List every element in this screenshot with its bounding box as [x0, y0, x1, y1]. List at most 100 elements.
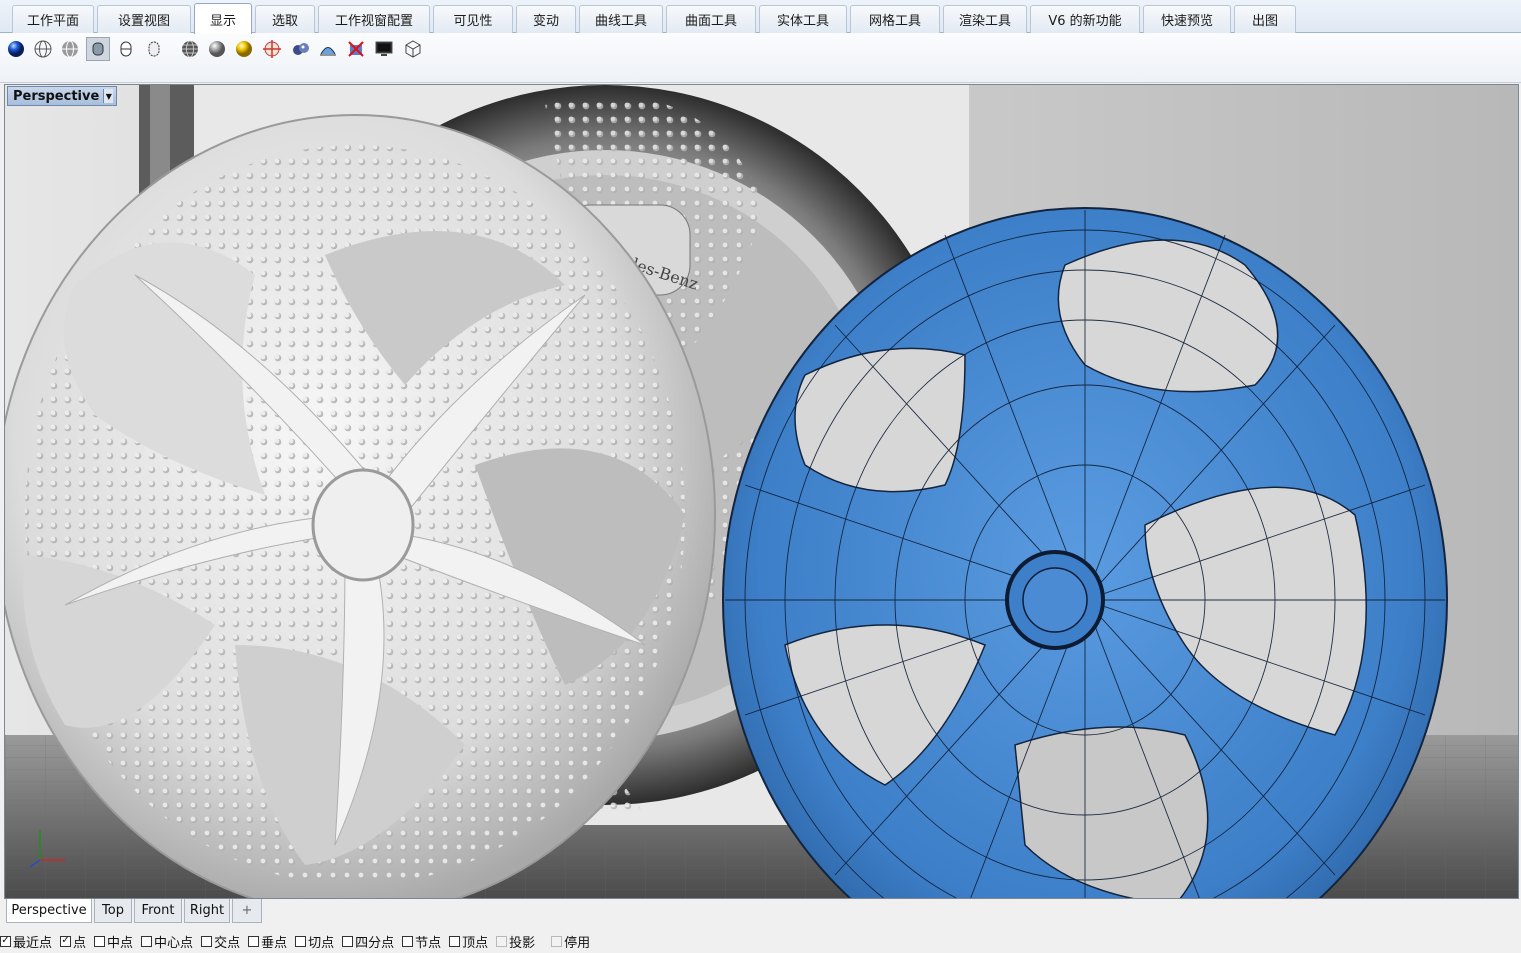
- osnap-label: 中点: [107, 935, 134, 951]
- viewport-title-dropdown[interactable]: Perspective ▼: [7, 86, 118, 106]
- ghosted-sphere-icon[interactable]: [58, 37, 82, 61]
- tab-label: 显示: [209, 13, 236, 29]
- osnap-label: 节点: [415, 935, 442, 951]
- osnap-label: 切点: [308, 935, 335, 951]
- tab-viewport-layout[interactable]: 工作视窗配置: [318, 5, 430, 33]
- capsule-outline-icon[interactable]: [114, 37, 138, 61]
- checkbox[interactable]: ✓: [0, 935, 11, 947]
- tab-set-view[interactable]: 设置视图: [97, 5, 191, 33]
- tab-solid-tools[interactable]: 实体工具: [759, 5, 847, 33]
- checkbox[interactable]: [295, 935, 307, 947]
- ribbon-tab-bar: 工作平面 设置视图 显示 选取 工作视窗配置 可见性 变动 曲线工具 曲面工具 …: [0, 0, 1521, 34]
- checkbox[interactable]: [201, 935, 213, 947]
- osnap-label: 最近点: [13, 935, 53, 951]
- viewport-tab-label: Top: [102, 903, 124, 918]
- tab-select[interactable]: 选取: [255, 5, 315, 33]
- tab-label: 可见性: [453, 14, 493, 29]
- tab-label: 曲面工具: [684, 14, 737, 29]
- perspective-viewport[interactable]: Mercedes-Benz Perspective ▼: [4, 84, 1519, 899]
- checkbox[interactable]: [342, 935, 354, 947]
- environment-map-icon[interactable]: [289, 37, 313, 61]
- add-viewport-tab-button[interactable]: +: [232, 899, 262, 923]
- checkbox[interactable]: [94, 935, 106, 947]
- tab-v6-new[interactable]: V6 的新功能: [1030, 5, 1140, 33]
- viewport-tab-label: Right: [189, 903, 225, 918]
- gold-sphere-icon[interactable]: [232, 37, 256, 61]
- tab-label: 选取: [271, 14, 298, 29]
- tab-label: 渲染工具: [958, 14, 1011, 29]
- osnap-label: 顶点: [462, 935, 489, 951]
- osnap-label: 停用: [564, 935, 591, 951]
- osnap-bar: ✓ 最近点 ✓ 点 中点 中心点 交点 垂点 切点 四分点 节点 顶点 投影 停用: [0, 929, 1521, 953]
- tab-label: 工作平面: [26, 14, 79, 29]
- tab-curve-tools[interactable]: 曲线工具: [579, 5, 663, 33]
- osnap-label: 中心点: [154, 935, 194, 951]
- shaded-sphere-icon[interactable]: [205, 37, 229, 61]
- display-monitor-icon[interactable]: [372, 37, 396, 61]
- tab-label: V6 的新功能: [1048, 14, 1122, 29]
- viewport-tab-top[interactable]: Top: [94, 899, 132, 923]
- plus-icon: +: [241, 903, 253, 918]
- viewport-tab-right[interactable]: Right: [184, 899, 230, 923]
- tab-quick-preview[interactable]: 快速预览: [1143, 5, 1231, 33]
- zebra-sphere-icon[interactable]: [260, 37, 284, 61]
- tab-workplane[interactable]: 工作平面: [12, 5, 94, 33]
- tab-label: 快速预览: [1160, 14, 1213, 29]
- tab-mesh-tools[interactable]: 网格工具: [850, 5, 940, 33]
- osnap-disable[interactable]: 停用: [551, 932, 590, 951]
- tab-label: 变动: [532, 14, 559, 29]
- viewport-tab-front[interactable]: Front: [134, 899, 182, 923]
- tab-label: 曲线工具: [594, 14, 647, 29]
- osnap-intersection[interactable]: 交点: [201, 932, 240, 951]
- silver-wheel[interactable]: [5, 114, 716, 899]
- draft-angle-icon[interactable]: [344, 37, 368, 61]
- curvature-analysis-icon[interactable]: [316, 37, 340, 61]
- checkbox[interactable]: [248, 935, 260, 947]
- checkbox[interactable]: [449, 935, 461, 947]
- checkbox[interactable]: ✓: [60, 935, 72, 947]
- osnap-center[interactable]: 中心点: [141, 932, 193, 951]
- osnap-vertex[interactable]: 顶点: [449, 932, 488, 951]
- tab-label: 实体工具: [776, 14, 829, 29]
- osnap-perpendicular[interactable]: 垂点: [248, 932, 287, 951]
- tab-transform[interactable]: 变动: [516, 5, 576, 33]
- viewport-scene: Mercedes-Benz: [5, 85, 1518, 899]
- checkbox[interactable]: [141, 935, 153, 947]
- osnap-label: 交点: [214, 935, 241, 951]
- tab-visibility[interactable]: 可见性: [433, 5, 513, 33]
- viewport-tab-label: Perspective: [11, 903, 87, 918]
- osnap-point[interactable]: ✓ 点: [60, 932, 86, 951]
- isometric-box-icon[interactable]: [401, 37, 425, 61]
- checkbox[interactable]: [496, 935, 508, 947]
- rendered-sphere-icon[interactable]: [4, 37, 28, 61]
- display-toolbar: [0, 33, 1521, 83]
- tab-label: 网格工具: [868, 14, 921, 29]
- checkbox[interactable]: [402, 935, 414, 947]
- shaded-cylinder-icon[interactable]: [86, 37, 110, 61]
- viewport-tab-perspective[interactable]: Perspective: [6, 899, 92, 923]
- viewport-tab-label: Front: [141, 903, 175, 918]
- tab-label: 设置视图: [117, 14, 170, 29]
- osnap-knot[interactable]: 节点: [402, 932, 441, 951]
- globe-grid-icon[interactable]: [178, 37, 202, 61]
- tab-display[interactable]: 显示: [194, 3, 252, 34]
- tab-layout-print[interactable]: 出图: [1234, 5, 1296, 33]
- osnap-label: 点: [73, 935, 87, 951]
- tab-label: 出图: [1251, 14, 1278, 29]
- osnap-midpoint[interactable]: 中点: [94, 932, 133, 951]
- tab-label: 工作视窗配置: [334, 14, 413, 29]
- viewport-title: Perspective: [13, 88, 100, 104]
- osnap-end[interactable]: ✓ 最近点: [0, 932, 52, 951]
- wireframe-sphere-icon[interactable]: [31, 37, 55, 61]
- osnap-tangent[interactable]: 切点: [295, 932, 334, 951]
- tab-render-tools[interactable]: 渲染工具: [943, 5, 1027, 33]
- osnap-label: 垂点: [261, 935, 288, 951]
- osnap-quadrant[interactable]: 四分点: [342, 932, 394, 951]
- checkbox[interactable]: [551, 935, 563, 947]
- viewport-tab-bar: Perspective Top Front Right +: [4, 899, 1519, 925]
- chevron-down-icon: ▼: [103, 89, 114, 103]
- tab-surface-tools[interactable]: 曲面工具: [666, 5, 756, 33]
- capsule-dotted-icon[interactable]: [142, 37, 166, 61]
- osnap-label: 四分点: [355, 935, 395, 951]
- osnap-project[interactable]: 投影: [496, 932, 535, 951]
